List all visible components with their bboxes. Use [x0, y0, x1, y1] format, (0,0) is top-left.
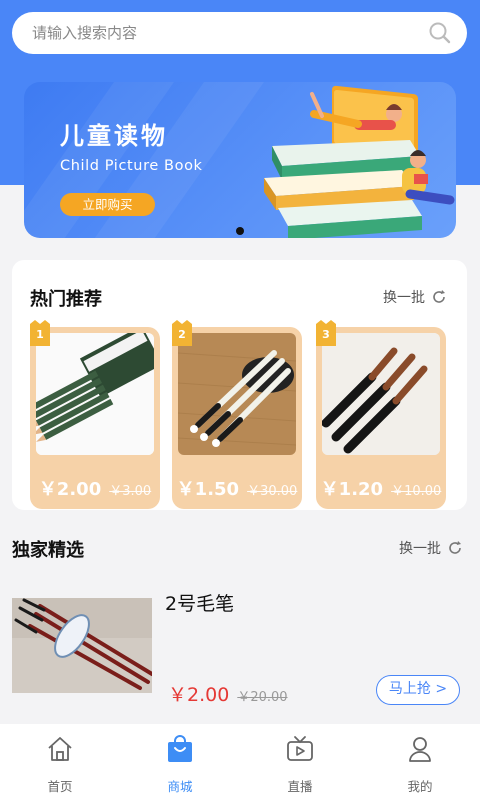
banner-subtitle: Child Picture Book: [60, 158, 203, 174]
exclusive-product-image[interactable]: [12, 598, 152, 693]
product-price: ￥2.00: [38, 479, 102, 500]
hot-product-card-3[interactable]: ￥1.20 ￥10.00: [316, 327, 446, 509]
product-image-calligraphy-brushes: [178, 333, 296, 455]
exclusive-product-price: ￥2.00 ￥20.00: [168, 680, 288, 707]
search-icon[interactable]: [427, 20, 453, 46]
hot-product-card-2[interactable]: ￥1.50 ￥30.00: [172, 327, 302, 509]
tab-label: 直播: [287, 779, 313, 794]
product-original-price: ￥10.00: [391, 484, 442, 499]
exclusive-product-name[interactable]: 2号毛笔: [165, 589, 234, 616]
hot-refresh-label: 换一批: [383, 290, 425, 306]
tab-label: 首页: [47, 779, 73, 794]
search-bar[interactable]: [12, 12, 467, 54]
rank-badge-3: 3: [316, 320, 336, 346]
hot-section-title: 热门推荐: [30, 289, 102, 310]
refresh-icon: [449, 541, 461, 554]
refresh-icon: [433, 290, 445, 303]
search-input[interactable]: [32, 24, 427, 42]
product-original-price: ￥20.00: [237, 690, 288, 705]
exclusive-refresh-button[interactable]: 换一批: [399, 538, 463, 558]
product-image-wolf-hair-brushes: [322, 333, 440, 455]
hot-product-card-1[interactable]: ￥2.00 ￥3.00: [30, 327, 160, 509]
books-reading-illustration: [264, 85, 455, 238]
rank-badge-2: 2: [172, 320, 192, 346]
grab-now-button[interactable]: 马上抢 >: [376, 675, 460, 705]
tab-label: 我的: [407, 779, 433, 794]
live-tv-icon: [287, 736, 313, 761]
banner-page-indicator[interactable]: [236, 227, 244, 235]
product-price: ￥1.50: [176, 479, 240, 500]
exclusive-refresh-label: 换一批: [399, 541, 441, 557]
product-original-price: ￥30.00: [247, 484, 298, 499]
product-image-pencils: [36, 333, 154, 455]
home-icon: [48, 737, 72, 761]
tab-live[interactable]: 直播: [240, 724, 360, 800]
product-price: ￥2.00: [168, 684, 230, 706]
tab-mall[interactable]: 商城: [120, 724, 240, 800]
promo-banner[interactable]: 儿童读物 Child Picture Book 立即购买: [24, 82, 456, 238]
bottom-tab-bar: 首页 商城 直播 我的: [0, 724, 480, 800]
user-icon: [409, 737, 431, 762]
product-original-price: ￥3.00: [109, 484, 152, 499]
banner-buy-button[interactable]: 立即购买: [60, 193, 155, 216]
product-price: ￥1.20: [320, 479, 384, 500]
banner-title: 儿童读物: [60, 122, 168, 150]
exclusive-section-title: 独家精选: [12, 540, 84, 561]
hot-refresh-button[interactable]: 换一批: [383, 287, 447, 307]
shopping-bag-icon: [168, 735, 192, 762]
rank-badge-1: 1: [30, 320, 50, 346]
tab-label: 商城: [167, 779, 193, 794]
tab-home[interactable]: 首页: [0, 724, 120, 800]
tab-mine[interactable]: 我的: [360, 724, 480, 800]
